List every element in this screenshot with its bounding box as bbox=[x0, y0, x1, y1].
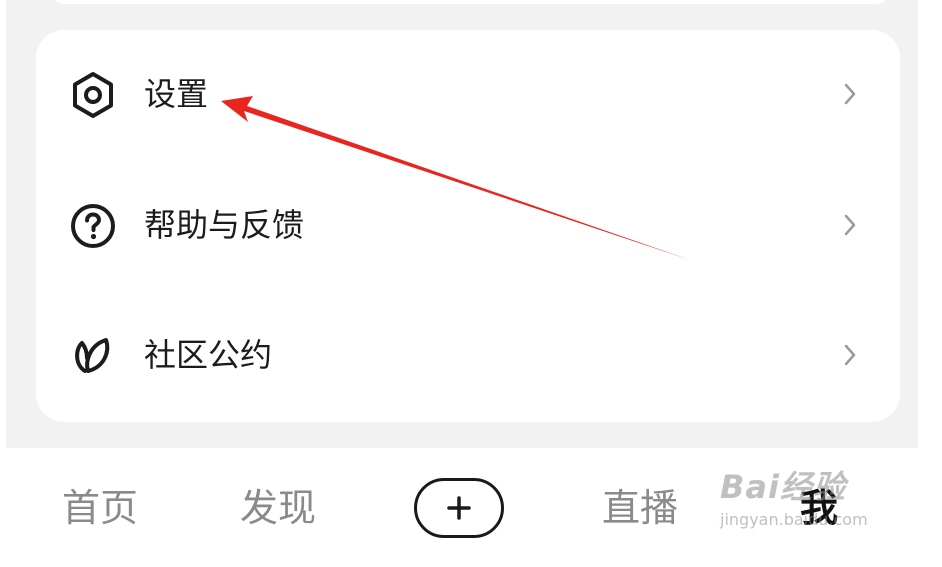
watermark-brand: Bai经验 bbox=[720, 468, 846, 506]
menu-item-label: 设置 bbox=[144, 75, 209, 113]
tab-home[interactable]: 首页 bbox=[62, 485, 138, 531]
plus-icon bbox=[447, 496, 471, 520]
question-circle-icon bbox=[71, 204, 115, 248]
watermark-url: jingyan.baidu.com bbox=[720, 510, 868, 529]
menu-item-label: 帮助与反馈 bbox=[144, 206, 305, 244]
tab-discover[interactable]: 发现 bbox=[240, 485, 316, 531]
watermark: Bai经验 jingyan.baidu.com bbox=[720, 468, 900, 548]
menu-item-label: 社区公约 bbox=[144, 336, 273, 374]
publish-button[interactable] bbox=[414, 478, 504, 538]
menu-item-settings[interactable]: 设置 bbox=[36, 30, 900, 150]
chevron-right-icon bbox=[844, 83, 856, 105]
settings-hexagon-icon bbox=[73, 72, 113, 118]
menu-item-help-feedback[interactable]: 帮助与反馈 bbox=[36, 161, 900, 281]
menu-card: 设置 帮助与反馈 社区公约 bbox=[36, 30, 900, 422]
chevron-right-icon bbox=[844, 214, 856, 236]
menu-item-community-guidelines[interactable]: 社区公约 bbox=[36, 291, 900, 411]
chevron-right-icon bbox=[844, 344, 856, 366]
previous-card-edge bbox=[50, 0, 890, 4]
leaf-icon bbox=[75, 338, 110, 373]
tab-live[interactable]: 直播 bbox=[602, 485, 678, 531]
settings-panel-background: 设置 帮助与反馈 社区公约 bbox=[6, 0, 918, 448]
